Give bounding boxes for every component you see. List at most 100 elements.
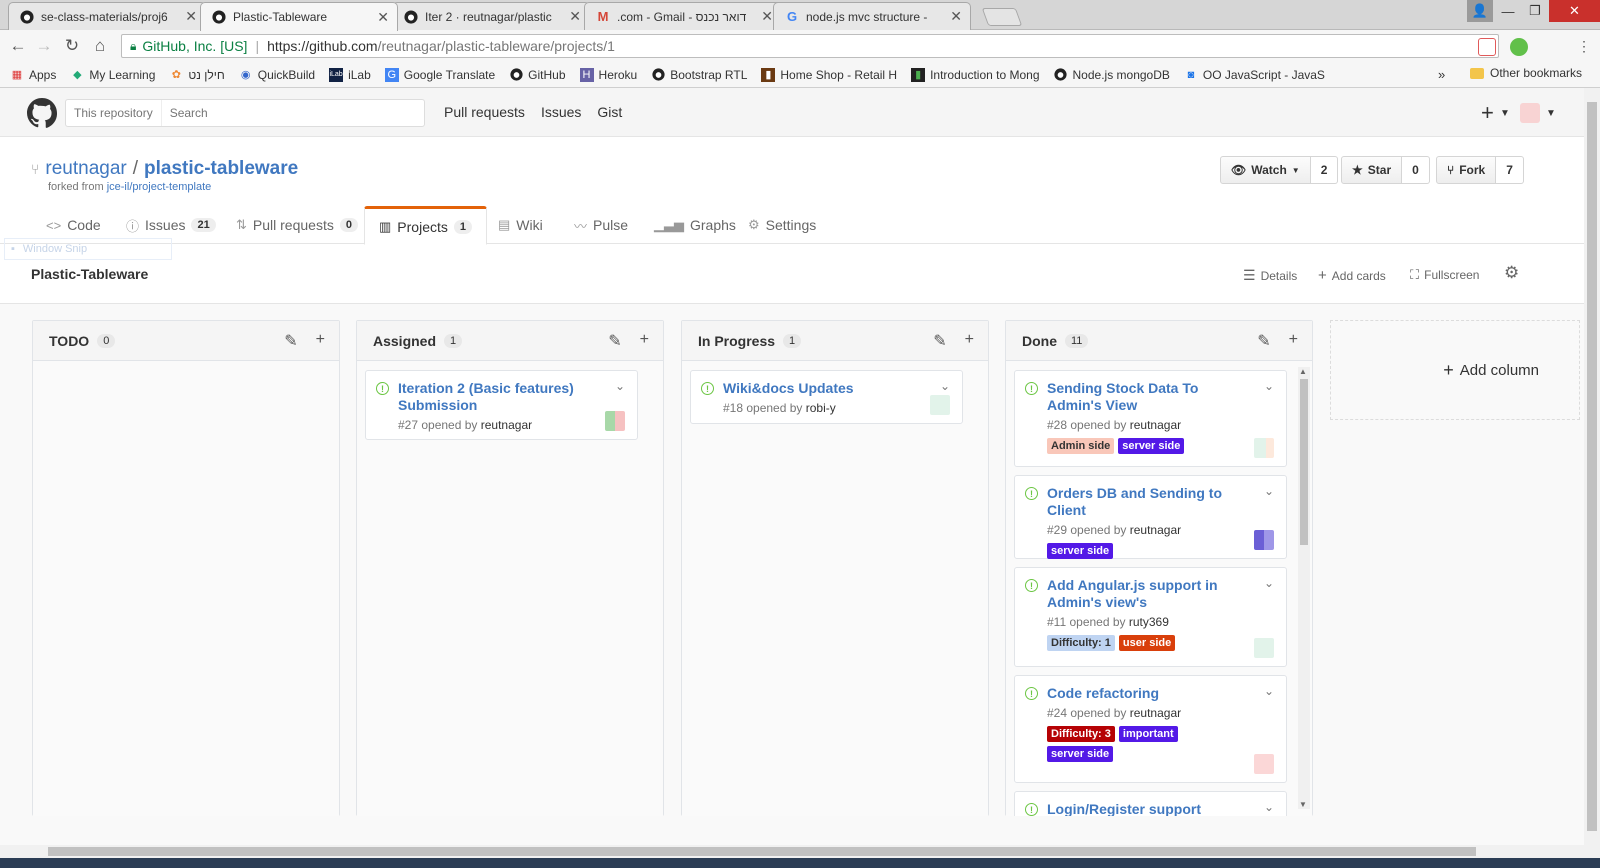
fork-count[interactable]: 7 xyxy=(1496,156,1524,184)
back-icon[interactable]: ← xyxy=(8,36,28,56)
fullscreen-button[interactable]: ⛶ Fullscreen xyxy=(1410,267,1479,283)
chevron-down-icon[interactable]: ⌄ xyxy=(615,379,625,393)
card-title[interactable]: Sending Stock Data To Admin's View xyxy=(1047,380,1276,414)
bookmark-intro-mongo[interactable]: ▮ Introduction to Mong xyxy=(911,67,1040,82)
issue-label[interactable]: user side xyxy=(1118,635,1176,651)
search-input[interactable] xyxy=(161,105,424,121)
card-author[interactable]: reutnagar xyxy=(1130,706,1181,720)
bookmark-apps[interactable]: ▦ Apps xyxy=(10,68,57,82)
close-icon[interactable]: ✕ xyxy=(377,9,389,26)
bookmark-quickbuild[interactable]: ◉ QuickBuild xyxy=(239,68,315,82)
card-title[interactable]: Add Angular.js support in Admin's view's xyxy=(1047,577,1276,611)
avatar[interactable] xyxy=(1254,530,1274,550)
avatar[interactable] xyxy=(605,411,625,431)
window-close-icon[interactable]: ✕ xyxy=(1549,0,1600,22)
pencil-icon[interactable]: ✎ xyxy=(608,331,621,351)
bookmark-google-translate[interactable]: G Google Translate xyxy=(384,67,495,82)
other-bookmarks[interactable]: Other bookmarks xyxy=(1470,66,1582,80)
avatar[interactable] xyxy=(930,395,950,415)
forward-icon[interactable]: → xyxy=(34,36,54,56)
issue-label[interactable]: server side xyxy=(1047,746,1114,762)
page-vertical-scrollbar[interactable] xyxy=(1584,88,1600,845)
card-title[interactable]: Iteration 2 (Basic features) Submission xyxy=(398,380,627,414)
page-scroll-thumb[interactable] xyxy=(1587,102,1597,831)
star-count[interactable]: 0 xyxy=(1402,156,1430,184)
issue-card[interactable]: ! ⌄ Wiki&docs Updates #18 opened by robi… xyxy=(690,370,963,424)
card-title[interactable]: Orders DB and Sending to Client xyxy=(1047,485,1276,519)
nav-pull-requests[interactable]: Pull requests xyxy=(444,104,525,120)
issue-label[interactable]: server side xyxy=(1118,438,1185,454)
chevron-down-icon[interactable]: ⌄ xyxy=(1264,576,1274,590)
gear-icon[interactable]: ⚙ xyxy=(1504,263,1519,283)
column-scroll-thumb[interactable] xyxy=(1300,379,1308,545)
user-profile-icon[interactable]: 👤 xyxy=(1467,0,1493,22)
repo-name-link[interactable]: plastic-tableware xyxy=(144,158,298,180)
menu-icon[interactable]: ⋮ xyxy=(1574,36,1594,56)
close-icon[interactable]: ✕ xyxy=(569,8,581,25)
issue-card[interactable]: ! ⌄ Login/Register support xyxy=(1014,791,1287,816)
forked-from-link[interactable]: jce-il/project-template xyxy=(107,181,212,193)
issue-card[interactable]: ! ⌄ Sending Stock Data To Admin's View #… xyxy=(1014,370,1287,467)
card-author[interactable]: reutnagar xyxy=(1130,523,1181,537)
star-button[interactable]: ★ Star xyxy=(1341,156,1403,184)
page-horizontal-scrollbar[interactable] xyxy=(0,845,1600,858)
bookmark-my-learning[interactable]: ◆ My Learning xyxy=(70,68,155,82)
bookmark-heroku[interactable]: H Heroku xyxy=(579,67,637,82)
new-tab-button[interactable] xyxy=(981,8,1023,26)
extension-icon[interactable] xyxy=(1478,38,1496,56)
minimize-icon[interactable]: — xyxy=(1493,0,1523,22)
bookmark-oo-javascript[interactable]: ◙ OO JavaScript - JavaS xyxy=(1184,68,1325,82)
scroll-down-icon[interactable]: ▼ xyxy=(1299,800,1307,809)
bookmark-github[interactable]: GitHub xyxy=(509,68,566,82)
watch-button[interactable]: 👁︎ Watch ▼ xyxy=(1220,156,1311,184)
page-hscroll-thumb[interactable] xyxy=(48,847,1476,856)
issue-label[interactable]: important xyxy=(1118,726,1178,742)
issue-label[interactable]: server side xyxy=(1047,543,1114,559)
issue-label[interactable]: Difficulty: 3 xyxy=(1047,726,1115,742)
issue-card[interactable]: ! ⌄ Orders DB and Sending to Client #29 … xyxy=(1014,475,1287,559)
avatar[interactable] xyxy=(1254,638,1274,658)
chevron-down-icon[interactable]: ⌄ xyxy=(1264,379,1274,393)
issue-card[interactable]: ! ⌄ Iteration 2 (Basic features) Submiss… xyxy=(365,370,638,440)
bookmark-home-shop[interactable]: ▮ Home Shop - Retail H xyxy=(761,67,897,82)
card-author[interactable]: ruty369 xyxy=(1129,615,1169,629)
column-scrollbar[interactable]: ▲ ▼ xyxy=(1298,367,1310,809)
card-title[interactable]: Code refactoring xyxy=(1047,685,1276,702)
avatar[interactable] xyxy=(1254,754,1274,774)
chevron-down-icon[interactable]: ⌄ xyxy=(1264,484,1274,498)
plus-icon[interactable]: + xyxy=(965,331,974,351)
chevron-down-icon[interactable]: ▼ xyxy=(1546,108,1556,119)
secure-indicator[interactable]: 🔒︎ GitHub, Inc. [US] xyxy=(130,38,247,54)
repo-search[interactable]: This repository xyxy=(65,99,425,127)
bookmark-bootstrap-rtl[interactable]: Bootstrap RTL xyxy=(651,68,747,82)
card-author[interactable]: reutnagar xyxy=(1130,418,1181,432)
address-bar[interactable]: 🔒︎ GitHub, Inc. [US] | https://github.co… xyxy=(121,34,1499,58)
browser-tab-1[interactable]: se-class-materials/proj6 ✕ xyxy=(8,2,206,30)
bookmark-ilab[interactable]: iLab iLab xyxy=(329,67,371,82)
reload-icon[interactable]: ↻ xyxy=(62,36,82,56)
bookmarks-overflow-icon[interactable]: » xyxy=(1438,67,1445,82)
card-title[interactable]: Wiki&docs Updates xyxy=(723,380,952,397)
create-new-plus-icon[interactable]: + xyxy=(1481,100,1494,126)
browser-tab-2[interactable]: Plastic-Tableware ✕ xyxy=(200,2,398,31)
tab-projects[interactable]: ▥ Projects 1 xyxy=(364,206,487,245)
bookmark-node-mongodb[interactable]: Node.js mongoDB xyxy=(1054,68,1170,82)
tab-wiki[interactable]: ▤ Wiki xyxy=(484,206,557,244)
nav-gist[interactable]: Gist xyxy=(597,104,622,120)
github-logo-icon[interactable] xyxy=(27,98,57,128)
chevron-down-icon[interactable]: ▼ xyxy=(1500,108,1510,119)
scroll-up-icon[interactable]: ▲ xyxy=(1299,367,1307,376)
plus-icon[interactable]: + xyxy=(316,331,325,351)
browser-tab-3[interactable]: Iter 2 · reutnagar/plastic ✕ xyxy=(392,2,590,30)
close-icon[interactable]: ✕ xyxy=(950,8,962,25)
issue-label[interactable]: Difficulty: 1 xyxy=(1047,635,1115,651)
pencil-icon[interactable]: ✎ xyxy=(933,331,946,351)
issue-label[interactable]: Admin side xyxy=(1047,438,1115,454)
card-author[interactable]: robi-y xyxy=(806,401,836,415)
avatar[interactable] xyxy=(1520,103,1540,123)
bookmark-hilan[interactable]: ✿ חילן נט xyxy=(169,68,225,82)
card-title[interactable]: Login/Register support xyxy=(1047,801,1276,816)
tab-pull-requests[interactable]: ⇅ Pull requests 0 xyxy=(222,206,372,244)
issue-card[interactable]: ! ⌄ Add Angular.js support in Admin's vi… xyxy=(1014,567,1287,667)
extension-check-icon[interactable] xyxy=(1510,38,1528,56)
